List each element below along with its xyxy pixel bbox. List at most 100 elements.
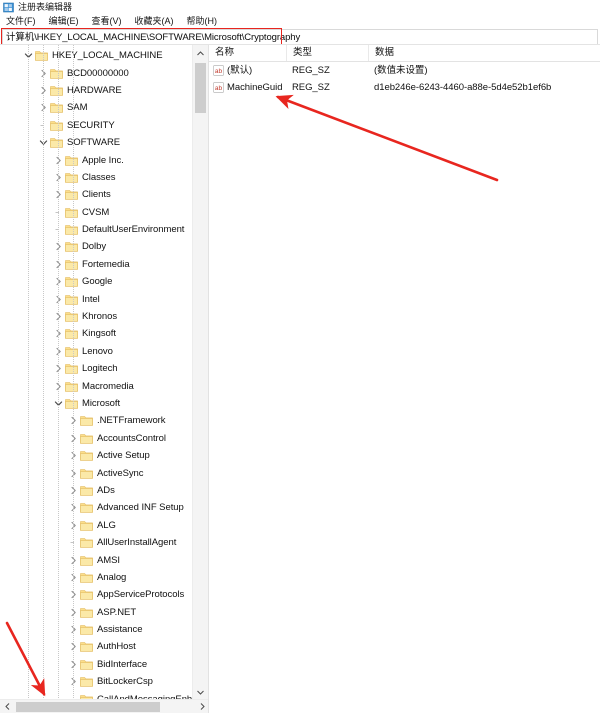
value-data: (数值未设置) — [372, 64, 600, 77]
folder-icon — [80, 624, 93, 635]
folder-icon — [65, 189, 78, 200]
scroll-left-button[interactable] — [0, 700, 14, 713]
tree-node-label: Classes — [82, 171, 115, 184]
tree-node-label: BidInterface — [97, 658, 147, 671]
folder-icon — [80, 537, 93, 548]
folder-icon — [80, 676, 93, 687]
folder-icon — [80, 607, 93, 618]
folder-icon — [35, 50, 48, 61]
registry-editor-window: 注册表编辑器 文件(F) 编辑(E) 查看(V) 收藏夹(A) 帮助(H) 计算… — [0, 0, 600, 713]
folder-icon — [65, 363, 78, 374]
tree-node-label: Khronos — [82, 310, 117, 323]
tree-node-label: ActiveSync — [97, 467, 144, 480]
value-data: d1eb246e-6243-4460-a88e-5d4e52b1ef6b — [372, 81, 600, 94]
string-value-icon: ab — [213, 65, 224, 76]
tree-guide-line — [58, 45, 59, 700]
tree-node-label: ALG — [97, 519, 116, 532]
value-type: REG_SZ — [290, 64, 372, 77]
tree-node-label: HKEY_LOCAL_MACHINE — [52, 49, 163, 62]
tree-node-label: HARDWARE — [67, 84, 122, 97]
value-name: MachineGuid — [227, 81, 290, 94]
menu-bar: 文件(F) 编辑(E) 查看(V) 收藏夹(A) 帮助(H) — [0, 14, 600, 28]
scroll-down-button[interactable] — [193, 684, 208, 700]
tree-node-label: AuthHost — [97, 640, 136, 653]
folder-icon — [50, 85, 63, 96]
folder-icon — [65, 311, 78, 322]
folder-icon — [65, 398, 78, 409]
window-title: 注册表编辑器 — [18, 2, 72, 13]
menu-item-file[interactable]: 文件(F) — [6, 15, 36, 27]
tree-guide-line — [43, 45, 44, 700]
menu-item-edit[interactable]: 编辑(E) — [49, 15, 79, 27]
tree-hscroll-track[interactable] — [14, 700, 195, 713]
scroll-right-button[interactable] — [195, 700, 209, 713]
value-name: (默认) — [227, 64, 290, 77]
column-header-name[interactable]: 名称 — [209, 45, 287, 61]
tree-vertical-scrollbar[interactable] — [192, 45, 208, 700]
folder-icon — [80, 485, 93, 496]
folder-icon — [65, 346, 78, 357]
folder-icon — [50, 102, 63, 113]
folder-icon — [65, 172, 78, 183]
folder-icon — [80, 433, 93, 444]
tree-node-label: AllUserInstallAgent — [97, 536, 176, 549]
tree-node-label: .NETFramework — [97, 414, 166, 427]
string-value-icon: ab — [213, 82, 224, 93]
tree-node-label: Apple Inc. — [82, 154, 124, 167]
values-list: ab(默认)REG_SZ(数值未设置)abMachineGuidREG_SZd1… — [209, 62, 600, 96]
folder-icon — [65, 276, 78, 287]
tree-node-label: SAM — [67, 101, 87, 114]
value-row[interactable]: abMachineGuidREG_SZd1eb246e-6243-4460-a8… — [209, 79, 600, 96]
tree-node-label: Dolby — [82, 240, 106, 253]
tree-node-label: Analog — [97, 571, 126, 584]
tree-node-label: Macromedia — [82, 380, 134, 393]
folder-icon — [65, 328, 78, 339]
tree-node-label: SECURITY — [67, 119, 115, 132]
tree-node-label: BCD00000000 — [67, 67, 129, 80]
value-row[interactable]: ab (默认)REG_SZ(数值未设置) — [209, 62, 600, 79]
tree-node-label: Kingsoft — [82, 327, 116, 340]
registry-tree-pane: HKEY_LOCAL_MACHINE BCD00000000 HARDWARE SAM… — [0, 45, 209, 713]
registry-values-pane: 名称 类型 数据 ab (默认)REG_SZ(数值未设置) ab MachineGui… — [209, 45, 600, 713]
scroll-up-button[interactable] — [193, 45, 208, 61]
tree-node-label: ADs — [97, 484, 115, 497]
tree-scroll-thumb[interactable] — [195, 63, 206, 113]
column-header-type[interactable]: 类型 — [287, 45, 369, 61]
column-header-data[interactable]: 数据 — [369, 45, 600, 61]
tree-node-label: Assistance — [97, 623, 142, 636]
folder-icon — [80, 641, 93, 652]
folder-icon — [80, 589, 93, 600]
svg-text:ab: ab — [215, 68, 223, 75]
tree-node-label: Google — [82, 275, 112, 288]
tree-node-label: Microsoft — [82, 397, 120, 410]
folder-icon — [65, 381, 78, 392]
main-content: HKEY_LOCAL_MACHINE BCD00000000 HARDWARE SAM… — [0, 44, 600, 713]
folder-icon — [65, 224, 78, 235]
menu-item-view[interactable]: 查看(V) — [92, 15, 122, 27]
folder-icon — [80, 502, 93, 513]
registry-tree-scroll: HKEY_LOCAL_MACHINE BCD00000000 HARDWARE SAM… — [0, 45, 192, 700]
folder-icon — [80, 555, 93, 566]
tree-node-label: Clients — [82, 188, 111, 201]
folder-icon — [80, 520, 93, 531]
folder-icon — [65, 259, 78, 270]
tree-node-label: SOFTWARE — [67, 136, 120, 149]
tree-node-label: Lenovo — [82, 345, 113, 358]
registry-editor-icon — [3, 2, 14, 13]
folder-icon — [65, 241, 78, 252]
folder-icon — [80, 659, 93, 670]
menu-item-favorites[interactable]: 收藏夹(A) — [135, 15, 174, 27]
folder-icon — [80, 450, 93, 461]
tree-hscroll-thumb[interactable] — [16, 702, 160, 712]
svg-text:ab: ab — [215, 85, 223, 92]
tree-node-label: Intel — [82, 293, 100, 306]
folder-icon — [65, 155, 78, 166]
menu-item-help[interactable]: 帮助(H) — [187, 15, 218, 27]
tree-horizontal-scrollbar[interactable] — [0, 699, 209, 713]
tree-guide-line — [73, 45, 74, 700]
tree-node-label: Advanced INF Setup — [97, 501, 184, 514]
tree-node-label: Logitech — [82, 362, 118, 375]
folder-icon — [65, 207, 78, 218]
folder-icon — [80, 468, 93, 479]
folder-icon — [65, 294, 78, 305]
